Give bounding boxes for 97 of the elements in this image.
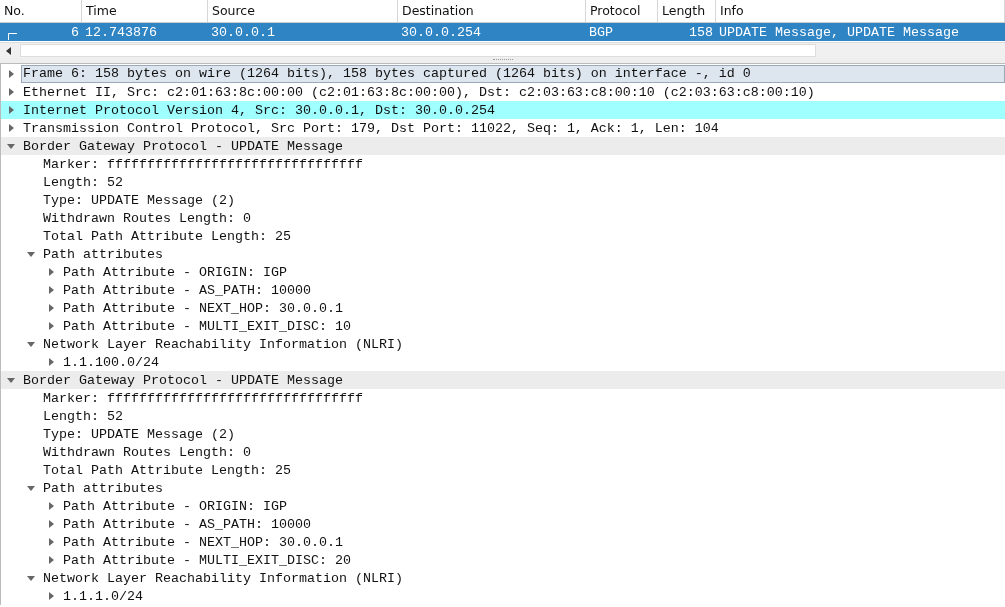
- tree-row[interactable]: Total Path Attribute Length: 25: [1, 461, 1005, 479]
- tree-item-label: Marker: ffffffffffffffffffffffffffffffff: [42, 156, 363, 172]
- table-cell: BGP: [589, 24, 613, 40]
- collapsed-arrow-icon[interactable]: [8, 106, 14, 114]
- left-arrow-icon[interactable]: [6, 46, 12, 55]
- collapsed-arrow-icon[interactable]: [48, 520, 54, 528]
- tree-row[interactable]: 1.1.1.0/24: [1, 587, 1005, 605]
- tree-row[interactable]: Withdrawn Routes Length: 0: [1, 209, 1005, 227]
- tree-item-label: Transmission Control Protocol, Src Port: 179, Dst Port: 11022, Seq: 1, Ack: 1, Len: 104: [22, 120, 719, 136]
- tree-row[interactable]: Path Attribute - AS_PATH: 10000: [1, 515, 1005, 533]
- tree-row[interactable]: Path attributes: [1, 245, 1005, 263]
- tree-row[interactable]: Length: 52: [1, 173, 1005, 191]
- collapsed-arrow-icon[interactable]: [8, 88, 14, 96]
- tree-item-label: Path Attribute - NEXT_HOP: 30.0.0.1: [62, 534, 343, 550]
- tree-item-label: Total Path Attribute Length: 25: [42, 462, 291, 478]
- tree-item-label: 1.1.100.0/24: [62, 354, 159, 370]
- tree-item-label: Path attributes: [42, 246, 163, 262]
- table-cell: 6: [71, 24, 79, 40]
- tree-row[interactable]: Path Attribute - MULTI_EXIT_DISC: 10: [1, 317, 1005, 335]
- tree-item-label: Length: 52: [42, 408, 123, 424]
- column-header[interactable]: Protocol: [586, 0, 658, 22]
- tree-item-label: Type: UPDATE Message (2): [42, 192, 235, 208]
- tree-row[interactable]: Path Attribute - AS_PATH: 10000: [1, 281, 1005, 299]
- collapsed-arrow-icon[interactable]: [48, 286, 54, 294]
- tree-item-label: Withdrawn Routes Length: 0: [42, 444, 251, 460]
- column-header[interactable]: Info: [716, 0, 1005, 22]
- tree-row[interactable]: Path Attribute - ORIGIN: IGP: [1, 497, 1005, 515]
- tree-row[interactable]: Border Gateway Protocol - UPDATE Message: [1, 137, 1005, 155]
- tree-item-label: 1.1.1.0/24: [62, 588, 143, 604]
- expanded-arrow-icon[interactable]: [27, 575, 35, 581]
- tree-row[interactable]: Internet Protocol Version 4, Src: 30.0.0.1, Dst: 30.0.0.254: [1, 101, 1005, 119]
- tree-item-label: Border Gateway Protocol - UPDATE Message: [22, 372, 343, 388]
- table-cell: 30.0.0.1: [211, 24, 275, 40]
- tree-row[interactable]: Border Gateway Protocol - UPDATE Message: [1, 371, 1005, 389]
- tree-item-label: Withdrawn Routes Length: 0: [42, 210, 251, 226]
- tree-row[interactable]: Network Layer Reachability Information (NLRI): [1, 335, 1005, 353]
- collapsed-arrow-icon[interactable]: [48, 592, 54, 600]
- tree-row[interactable]: Path attributes: [1, 479, 1005, 497]
- tree-item-label: Ethernet II, Src: c2:01:63:8c:00:00 (c2:01:63:8c:00:00), Dst: c2:03:63:c8:00:10 (c2:03:63:c8:00:10): [22, 84, 815, 100]
- column-header[interactable]: Destination: [398, 0, 586, 22]
- collapsed-arrow-icon[interactable]: [48, 556, 54, 564]
- collapsed-arrow-icon[interactable]: [8, 124, 14, 132]
- collapsed-arrow-icon[interactable]: [48, 304, 54, 312]
- packet-row[interactable]: 6 12.743876 30.0.0.1 30.0.0.254 BGP 158 UPDATE Message, UPDATE Message: [0, 23, 1005, 41]
- tree-item-label: Path Attribute - ORIGIN: IGP: [62, 498, 287, 514]
- tree-row[interactable]: Path Attribute - MULTI_EXIT_DISC: 20: [1, 551, 1005, 569]
- collapsed-arrow-icon[interactable]: [48, 502, 54, 510]
- column-header[interactable]: Length: [658, 0, 716, 22]
- tree-item-label: Border Gateway Protocol - UPDATE Message: [22, 138, 343, 154]
- tree-item-label: Path Attribute - MULTI_EXIT_DISC: 10: [62, 318, 351, 334]
- tree-row[interactable]: Path Attribute - ORIGIN: IGP: [1, 263, 1005, 281]
- tree-item-label: Type: UPDATE Message (2): [42, 426, 235, 442]
- collapsed-arrow-icon[interactable]: [48, 358, 54, 366]
- column-header[interactable]: No.: [0, 0, 82, 22]
- tree-item-label: Network Layer Reachability Information (NLRI): [42, 570, 403, 586]
- tree-row[interactable]: 1.1.100.0/24: [1, 353, 1005, 371]
- tree-item-label: Path Attribute - AS_PATH: 10000: [62, 282, 311, 298]
- tree-item-label: Total Path Attribute Length: 25: [42, 228, 291, 244]
- collapsed-arrow-icon[interactable]: [48, 538, 54, 546]
- table-cell: 12.743876: [85, 24, 157, 40]
- tree-item-label: Length: 52: [42, 174, 123, 190]
- tree-row[interactable]: Ethernet II, Src: c2:01:63:8c:00:00 (c2:01:63:8c:00:00), Dst: c2:03:63:c8:00:10 (c2:03:63:c8:00:10): [1, 83, 1005, 101]
- tree-row[interactable]: Network Layer Reachability Information (NLRI): [1, 569, 1005, 587]
- tree-row[interactable]: Total Path Attribute Length: 25: [1, 227, 1005, 245]
- expanded-arrow-icon[interactable]: [27, 485, 35, 491]
- splitter-handle[interactable]: [492, 59, 513, 62]
- column-header[interactable]: Time: [82, 0, 208, 22]
- expanded-arrow-icon[interactable]: [7, 143, 15, 149]
- tree-item-label: Network Layer Reachability Information (NLRI): [42, 336, 403, 352]
- tree-row[interactable]: Type: UPDATE Message (2): [1, 191, 1005, 209]
- table-cell: UPDATE Message, UPDATE Message: [719, 24, 959, 40]
- tree-row[interactable]: Path Attribute - NEXT_HOP: 30.0.0.1: [1, 299, 1005, 317]
- collapsed-arrow-icon[interactable]: [8, 70, 14, 78]
- tree-row[interactable]: Withdrawn Routes Length: 0: [1, 443, 1005, 461]
- expanded-arrow-icon[interactable]: [27, 341, 35, 347]
- table-cell: 158: [689, 24, 713, 40]
- table-cell: 30.0.0.254: [401, 24, 481, 40]
- tree-item-label: Path Attribute - ORIGIN: IGP: [62, 264, 287, 280]
- expanded-arrow-icon[interactable]: [7, 377, 15, 383]
- tree-item-label: Internet Protocol Version 4, Src: 30.0.0.1, Dst: 30.0.0.254: [22, 102, 495, 118]
- tree-item-label: Path Attribute - MULTI_EXIT_DISC: 20: [62, 552, 351, 568]
- horizontal-scrollbar[interactable]: [0, 42, 1005, 58]
- tree-row[interactable]: Transmission Control Protocol, Src Port: 179, Dst Port: 11022, Seq: 1, Ack: 1, Len: 104: [1, 119, 1005, 137]
- tree-row[interactable]: Length: 52: [1, 407, 1005, 425]
- tree-item-label: Path attributes: [42, 480, 163, 496]
- tree-row[interactable]: Path Attribute - NEXT_HOP: 30.0.0.1: [1, 533, 1005, 551]
- collapsed-arrow-icon[interactable]: [48, 322, 54, 330]
- expanded-arrow-icon[interactable]: [27, 251, 35, 257]
- tree-row[interactable]: Type: UPDATE Message (2): [1, 425, 1005, 443]
- bracket-icon: [8, 32, 17, 40]
- tree-item-label: Path Attribute - NEXT_HOP: 30.0.0.1: [62, 300, 343, 316]
- tree-item-label: Path Attribute - AS_PATH: 10000: [62, 516, 311, 532]
- tree-row[interactable]: Marker: ffffffffffffffffffffffffffffffff: [1, 389, 1005, 407]
- collapsed-arrow-icon[interactable]: [48, 268, 54, 276]
- tree-item-label: Marker: ffffffffffffffffffffffffffffffff: [42, 390, 363, 406]
- tree-row[interactable]: Marker: ffffffffffffffffffffffffffffffff: [1, 155, 1005, 173]
- column-header[interactable]: Source: [208, 0, 398, 22]
